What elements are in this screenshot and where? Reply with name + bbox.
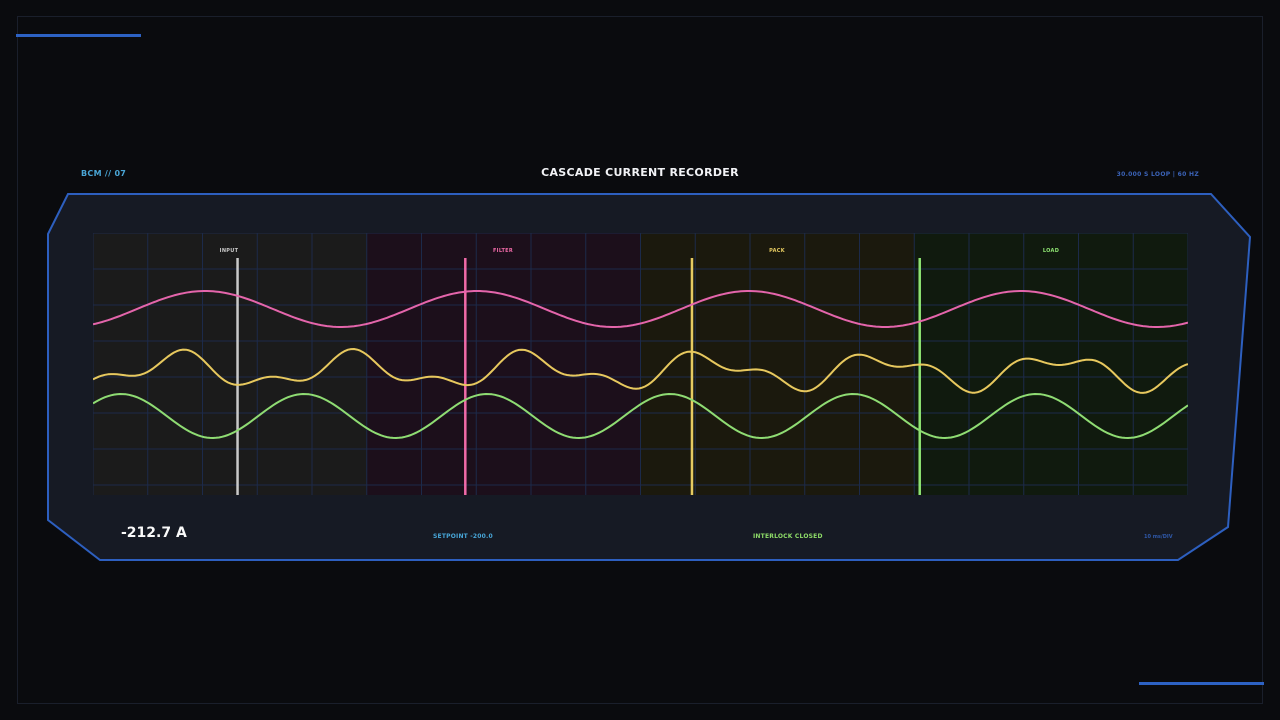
section-band-pack (640, 233, 915, 495)
current-reading: -212.7 A (121, 525, 187, 541)
setpoint-readout: SETPOINT -200.0 (433, 533, 493, 540)
time-scale: 10 ms/DIV (1144, 534, 1173, 540)
section-label-input: INPUT (219, 248, 239, 254)
interlock-status: INTERLOCK CLOSED (753, 533, 823, 540)
section-band-input (93, 233, 367, 495)
section-label-load: LOAD (1042, 248, 1060, 254)
plot-canvas (93, 233, 1188, 495)
section-band-filter (366, 233, 641, 495)
section-label-filter: FILTER (492, 248, 514, 254)
section-label-pack: PACK (769, 248, 785, 254)
oscilloscope-plot[interactable] (93, 233, 1188, 495)
